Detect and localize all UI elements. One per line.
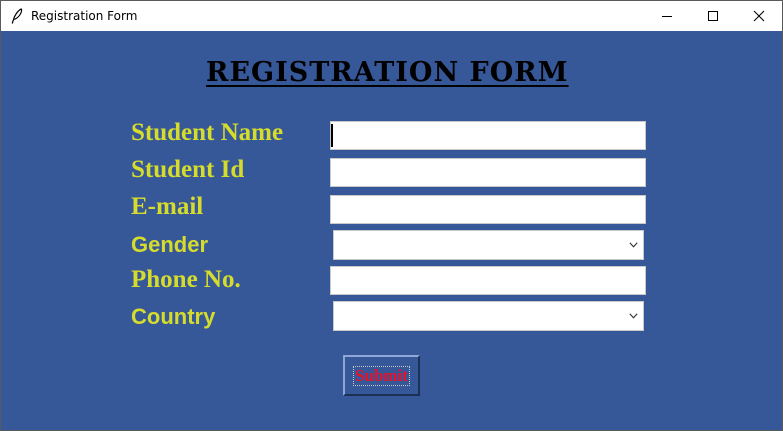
email-label: E-mail (131, 193, 204, 220)
title-bar[interactable]: Registration Form (1, 1, 782, 31)
form-title: REGISTRATION FORM (206, 57, 569, 88)
feather-icon (11, 8, 23, 24)
minimize-button[interactable] (644, 1, 690, 31)
form-panel: REGISTRATION FORM Student Name Student I… (1, 31, 782, 430)
text-cursor (331, 124, 333, 147)
minimize-icon (662, 16, 672, 17)
chevron-down-icon (629, 313, 638, 319)
window-title: Registration Form (31, 9, 138, 23)
country-label: Country (131, 304, 216, 329)
submit-button[interactable]: Submit (343, 355, 420, 396)
student-id-input[interactable] (330, 158, 646, 187)
close-icon (753, 10, 765, 22)
close-button[interactable] (736, 1, 782, 31)
maximize-icon (708, 11, 718, 21)
phone-input[interactable] (330, 266, 646, 295)
email-input[interactable] (330, 195, 646, 224)
gender-label: Gender (131, 232, 209, 257)
student-id-label: Student Id (131, 156, 245, 183)
submit-button-label: Submit (353, 366, 410, 386)
gender-select[interactable] (333, 230, 644, 260)
phone-label: Phone No. (131, 266, 241, 293)
chevron-down-icon (629, 242, 638, 248)
country-select[interactable] (333, 301, 644, 331)
student-name-input[interactable] (330, 121, 646, 150)
maximize-button[interactable] (690, 1, 736, 31)
app-window: Registration Form REGISTRATION FORM Stud… (0, 0, 783, 431)
student-name-label: Student Name (131, 119, 284, 146)
